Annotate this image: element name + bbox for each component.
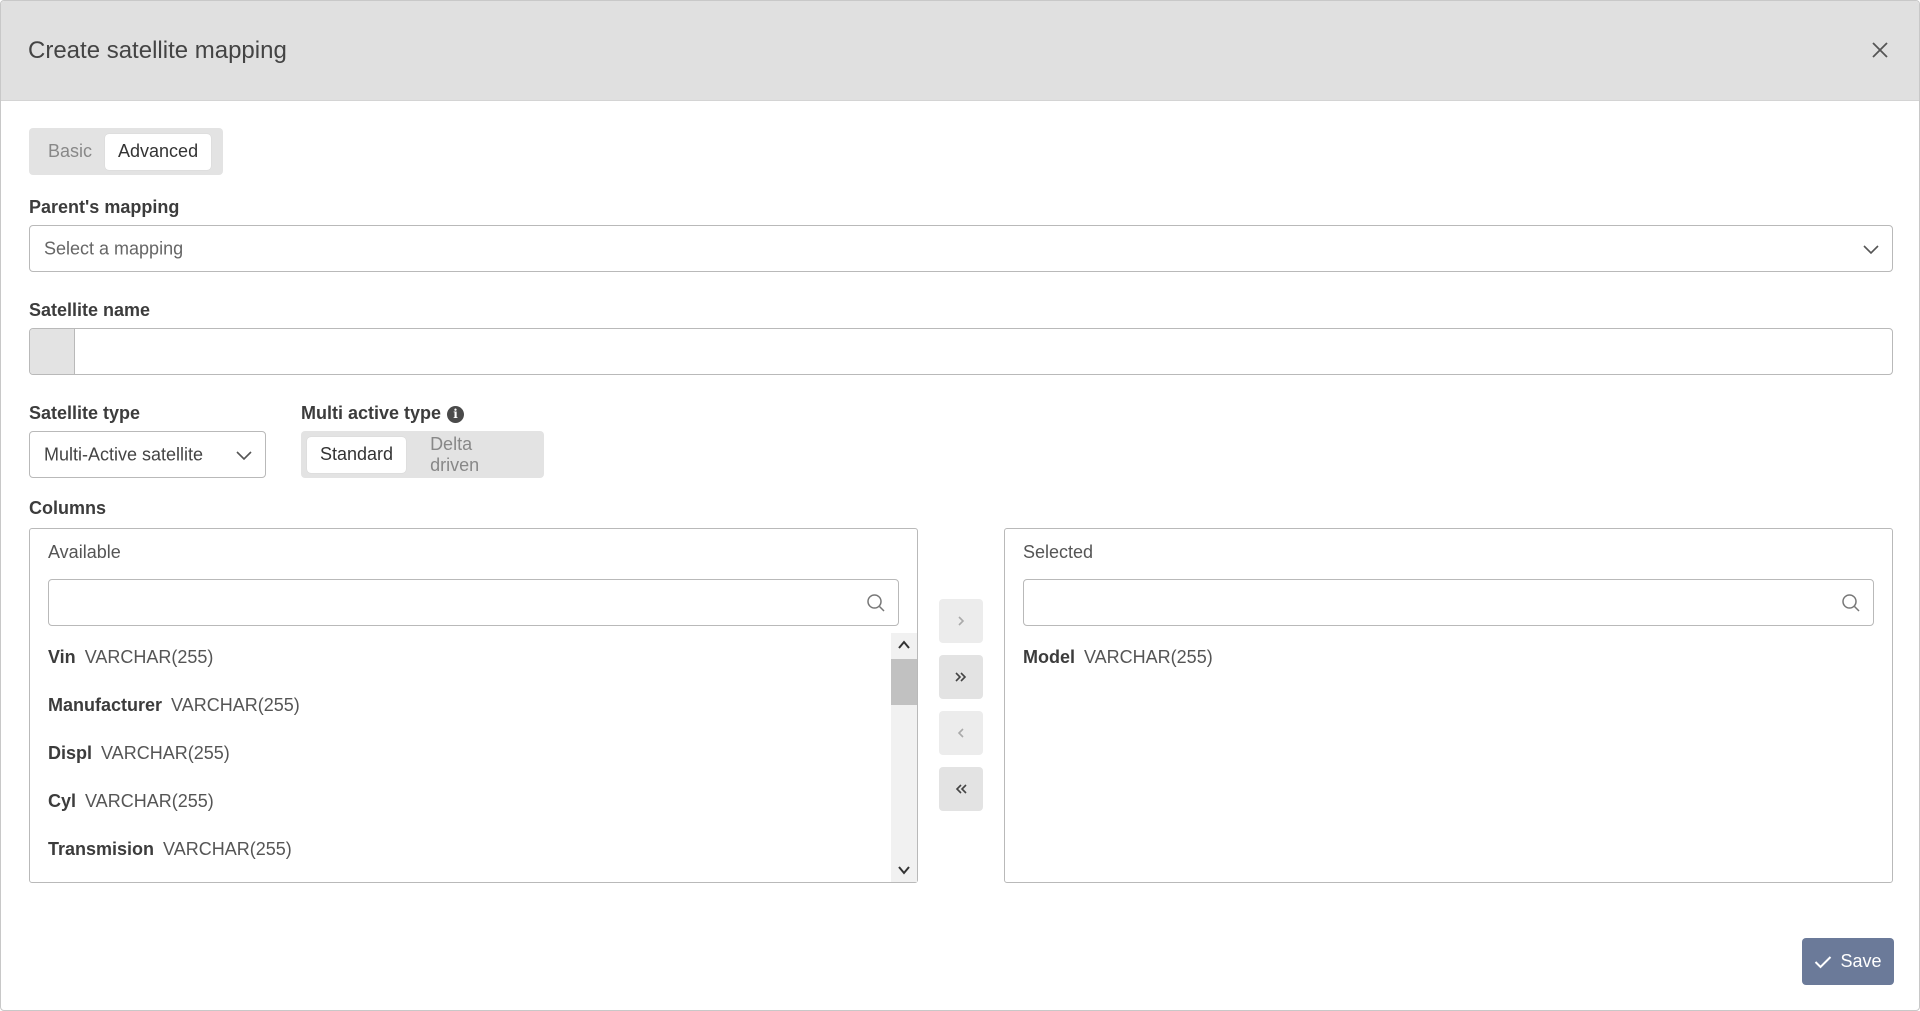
multi-active-type-toggle: Standard Delta driven [301,431,544,478]
move-all-right-button[interactable] [939,655,983,699]
search-icon [1842,594,1860,612]
chevron-down-icon [1863,244,1879,254]
satellite-name-field[interactable] [29,328,1893,375]
scroll-thumb[interactable] [891,659,917,705]
list-item[interactable]: Manufacturer VARCHAR(255) [48,681,889,729]
selected-search-input[interactable] [1023,579,1874,626]
list-item[interactable]: Displ VARCHAR(255) [48,729,889,777]
chevron-up-icon [898,640,910,649]
available-columns-panel: Available Vin VARCHAR(255) Manufacturer VA… [29,528,918,883]
move-left-button[interactable] [939,711,983,755]
move-right-button[interactable] [939,599,983,643]
chevron-down-icon [236,450,252,460]
chevron-down-icon [898,866,910,875]
list-item[interactable]: Model VARCHAR(255) [1023,633,1864,681]
parent-mapping-select[interactable]: Select a mapping [29,225,1893,272]
tab-basic[interactable]: Basic [35,134,105,170]
selected-columns-panel: Selected Model VARCHAR(255) [1004,528,1893,883]
list-item[interactable]: Transmision VARCHAR(255) [48,825,889,873]
option-delta-driven[interactable]: Delta driven [417,434,538,475]
available-search-input[interactable] [48,579,899,626]
chevron-left-icon [957,728,964,738]
selected-columns-list: Model VARCHAR(255) [1023,633,1864,878]
close-icon [1872,42,1888,58]
satellite-name-label: Satellite name [29,300,151,320]
option-standard[interactable]: Standard [307,436,407,473]
parent-mapping-label: Parent's mapping [29,197,180,217]
scroll-up-button[interactable] [891,633,917,657]
dialog-header: Create satellite mapping [1,1,1919,101]
double-chevron-left-icon [955,784,967,794]
move-all-left-button[interactable] [939,767,983,811]
create-satellite-mapping-dialog: Create satellite mapping Basic Advanced … [0,0,1920,1011]
satellite-type-value: Multi-Active satellite [44,444,204,464]
list-item[interactable]: Cyl VARCHAR(255) [48,777,889,825]
mode-tabs: Basic Advanced [29,128,223,175]
parent-mapping-placeholder: Select a mapping [44,238,184,258]
close-button[interactable] [1865,35,1895,65]
available-title: Available [48,542,121,562]
tab-advanced[interactable]: Advanced [105,133,212,170]
scroll-down-button[interactable] [891,858,917,882]
multi-active-type-text: Multi active type [301,403,442,423]
multi-active-type-label: Multi active type i [301,403,465,424]
chevron-right-icon [958,616,965,626]
columns-label: Columns [29,498,107,518]
checkmark-icon [1815,955,1832,968]
satellite-type-select[interactable]: Multi-Active satellite [29,431,266,478]
save-button[interactable]: Save [1802,938,1894,985]
double-chevron-right-icon [955,672,967,682]
info-icon[interactable]: i [447,406,465,423]
available-columns-list: Vin VARCHAR(255) Manufacturer VARCHAR(255)… [48,633,889,878]
search-icon [867,594,885,612]
available-scrollbar[interactable] [891,633,917,882]
dialog-title: Create satellite mapping [28,37,287,64]
satellite-type-label: Satellite type [29,403,141,423]
save-label: Save [1840,951,1882,971]
selected-title: Selected [1023,542,1094,562]
list-item[interactable]: Vin VARCHAR(255) [48,633,889,681]
satellite-name-prefix [30,329,75,374]
